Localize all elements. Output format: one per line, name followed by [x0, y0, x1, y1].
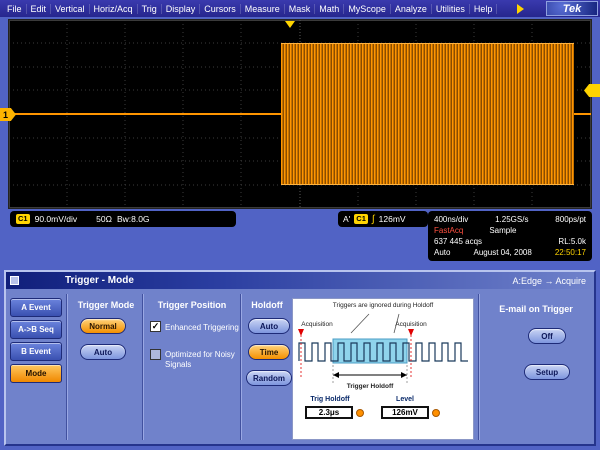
- tab-b-event[interactable]: B Event: [10, 342, 62, 361]
- channel1-badge: C1: [16, 214, 30, 224]
- trigger-position-icon[interactable]: [285, 21, 295, 28]
- email-off-button[interactable]: Off: [528, 328, 566, 344]
- level-field-label: Level: [381, 396, 429, 403]
- menu-file[interactable]: File: [3, 4, 27, 14]
- callout-marker-icon: [356, 409, 364, 417]
- menu-math[interactable]: Math: [315, 4, 344, 14]
- callout-marker-icon: [432, 409, 440, 417]
- optimized-noisy-checkbox[interactable]: [150, 349, 161, 360]
- channel1-scale: 90.0mV/div: [35, 214, 78, 224]
- record-length: RL:5.0k: [558, 236, 586, 247]
- holdoff-auto-button[interactable]: Auto: [248, 318, 290, 334]
- waveform-display[interactable]: [8, 19, 592, 209]
- menu-help[interactable]: Help: [470, 4, 498, 14]
- enhanced-triggering-checkbox[interactable]: ✓: [150, 321, 161, 332]
- holdoff-label: Holdoff: [242, 300, 292, 310]
- holdoff-diagram: Triggers are ignored during Holdoff Acqu…: [292, 298, 474, 440]
- trigger-prefix: A': [343, 214, 350, 224]
- separator: [478, 294, 480, 440]
- menu-analyze[interactable]: Analyze: [391, 4, 432, 14]
- trigger-window: Trigger - Mode A:Edge → Acquire A Event …: [4, 270, 596, 446]
- menu-measure[interactable]: Measure: [241, 4, 285, 14]
- separator: [66, 294, 68, 440]
- trigger-position-label: Trigger Position: [144, 300, 240, 310]
- trig-holdoff-value-field[interactable]: 2.3μs: [305, 406, 353, 419]
- trig-holdoff-field-label: Trig Holdoff: [303, 396, 357, 403]
- tab-mode[interactable]: Mode: [10, 364, 62, 383]
- trigger-mode-normal-button[interactable]: Normal: [80, 318, 126, 334]
- menu-display[interactable]: Display: [162, 4, 201, 14]
- separator: [142, 294, 144, 440]
- email-on-trigger-label: E-mail on Trigger: [480, 304, 592, 314]
- timebase: 400ns/div: [434, 214, 468, 225]
- menu-vertical[interactable]: Vertical: [51, 4, 90, 14]
- trigger-readout: A' C1 ∫ 126mV: [338, 211, 428, 227]
- window-title: Trigger - Mode: [65, 275, 134, 286]
- channel1-readout: C1 90.0mV/div 50Ω Bw:8.0G: [10, 211, 236, 227]
- resolution: 800ps/pt: [555, 214, 586, 225]
- acq-mode: Sample: [489, 225, 516, 236]
- trigger-slope-icon: ∫: [372, 214, 375, 225]
- tab-a-event[interactable]: A Event: [10, 298, 62, 317]
- level-value-field[interactable]: 126mV: [381, 406, 429, 419]
- burst-waveform: [281, 43, 574, 185]
- menu-myscope[interactable]: MyScope: [344, 4, 391, 14]
- tek-logo: Tek: [546, 1, 598, 16]
- holdoff-random-button[interactable]: Random: [246, 370, 292, 386]
- tab-ab-seq[interactable]: A->B Seq: [10, 320, 62, 339]
- enhanced-triggering-label: Enhanced Triggering: [165, 323, 243, 333]
- holdoff-time-button[interactable]: Time: [248, 344, 290, 360]
- trigger-mode-label: Trigger Mode: [70, 300, 142, 310]
- menu-edit[interactable]: Edit: [27, 4, 52, 14]
- trigger-window-titlebar: Trigger - Mode A:Edge → Acquire: [6, 272, 594, 289]
- acq-count: 637 445 acqs: [434, 236, 482, 247]
- trigger-mode-status: Auto: [434, 247, 450, 258]
- trigger-context: A:Edge → Acquire: [512, 276, 586, 286]
- trigger-holdoff-span-label: Trigger Holdoff: [333, 383, 407, 390]
- sample-rate: 1.25GS/s: [495, 214, 528, 225]
- acquisition-left-label: Acquisition: [295, 321, 339, 328]
- window-icon: [10, 276, 19, 285]
- menu-utilities[interactable]: Utilities: [432, 4, 470, 14]
- time: 22:50:17: [555, 247, 586, 258]
- optimized-noisy-label: Optimized for Noisy Signals: [165, 350, 245, 370]
- holdoff-note: Triggers are ignored during Holdoff: [293, 302, 473, 309]
- menu-trig[interactable]: Trig: [138, 4, 162, 14]
- acquisition-info-panel: 400ns/div 1.25GS/s 800ps/pt FastAcq Samp…: [428, 211, 592, 261]
- trigger-source-badge: C1: [354, 214, 368, 224]
- date: August 04, 2008: [474, 247, 532, 258]
- trigger-mode-auto-button[interactable]: Auto: [80, 344, 126, 360]
- menu-bar: File Edit Vertical Horiz/Acq Trig Displa…: [0, 0, 600, 17]
- email-setup-button[interactable]: Setup: [524, 364, 570, 380]
- menu-horiz-acq[interactable]: Horiz/Acq: [90, 4, 138, 14]
- acquisition-right-label: Acquisition: [389, 321, 433, 328]
- fastacq-status: FastAcq: [434, 225, 463, 236]
- menu-cursors[interactable]: Cursors: [200, 4, 241, 14]
- menu-mask[interactable]: Mask: [285, 4, 316, 14]
- trigger-level-readout: 126mV: [379, 214, 406, 224]
- channel1-impedance: 50Ω: [96, 214, 112, 224]
- channel1-bandwidth: Bw:8.0G: [117, 214, 150, 224]
- play-arrow-icon[interactable]: [517, 4, 524, 14]
